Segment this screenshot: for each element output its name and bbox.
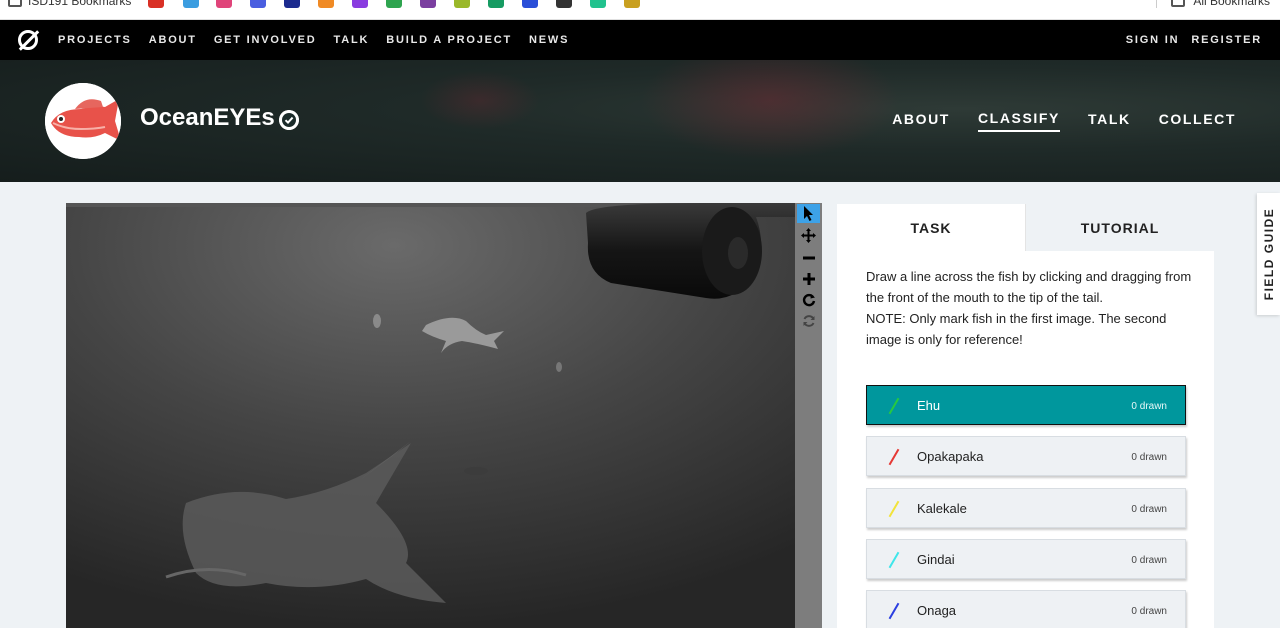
project-header: OceanEYEs ABOUT CLASSIFY TALK COLLECT xyxy=(0,60,1280,182)
bookmarks-bar: ISD191 Bookmarks All Bookmarks xyxy=(0,0,1280,20)
red-fish-icon xyxy=(45,83,121,159)
bookmarks-folder[interactable]: ISD191 Bookmarks xyxy=(8,0,131,8)
image-toolbar xyxy=(795,203,822,628)
tab-tutorial[interactable]: TUTORIAL xyxy=(1025,204,1214,251)
pan-icon[interactable] xyxy=(797,226,820,245)
tool-count: 0 drawn xyxy=(1131,555,1167,566)
tool-count: 0 drawn xyxy=(1131,606,1167,617)
pointer-icon[interactable] xyxy=(797,204,820,223)
bookmark-lime-icon[interactable] xyxy=(454,0,470,8)
nav-build-a-project[interactable]: BUILD A PROJECT xyxy=(386,34,512,46)
subject-image[interactable] xyxy=(66,203,795,628)
tool-ehu[interactable]: Ehu 0 drawn xyxy=(866,385,1186,425)
bookmark-k-icon[interactable] xyxy=(352,0,368,8)
bookmark-orange-icon[interactable] xyxy=(318,0,334,8)
line-tool-icon xyxy=(888,397,900,415)
bookmark-mint-icon[interactable] xyxy=(590,0,606,8)
bookmark-purple-icon[interactable] xyxy=(420,0,436,8)
tab-task[interactable]: TASK xyxy=(837,204,1025,251)
project-nav-collect[interactable]: COLLECT xyxy=(1159,111,1236,131)
tool-label: Ehu xyxy=(917,398,941,413)
project-title[interactable]: OceanEYEs xyxy=(140,104,275,132)
tool-kalekale[interactable]: Kalekale 0 drawn xyxy=(866,488,1186,528)
nav-news[interactable]: NEWS xyxy=(529,34,569,46)
nav-talk[interactable]: TALK xyxy=(334,34,370,46)
bookmarks-separator xyxy=(1156,0,1158,8)
all-bookmarks-label: All Bookmarks xyxy=(1193,0,1270,8)
bookmarks-folder-label: ISD191 Bookmarks xyxy=(28,0,132,8)
line-tool-icon xyxy=(888,448,900,466)
nav-projects[interactable]: PROJECTS xyxy=(58,34,132,46)
bookmark-cl-icon[interactable] xyxy=(556,0,572,8)
folder-icon xyxy=(1171,0,1186,7)
field-guide-label: FIELD GUIDE xyxy=(1261,207,1276,301)
tool-label: Gindai xyxy=(917,552,955,567)
site-nav: PROJECTS ABOUT GET INVOLVED TALK BUILD A… xyxy=(0,20,1280,60)
project-avatar[interactable] xyxy=(45,83,121,159)
instruction-note: NOTE: Only mark fish in the first image.… xyxy=(866,311,1167,347)
instruction-text: Draw a line across the fish by clicking … xyxy=(866,269,1192,305)
header-background-fish xyxy=(640,60,900,160)
bookmark-red-icon[interactable] xyxy=(148,0,164,8)
project-nav: ABOUT CLASSIFY TALK COLLECT xyxy=(892,60,1236,182)
tool-label: Opakapaka xyxy=(917,449,984,464)
verified-badge-icon xyxy=(279,110,299,130)
line-tool-icon xyxy=(888,551,900,569)
zoom-out-icon[interactable] xyxy=(797,248,820,267)
project-nav-classify[interactable]: CLASSIFY xyxy=(977,110,1060,132)
line-tool-icon xyxy=(888,500,900,518)
bookmark-kh-icon[interactable] xyxy=(284,0,300,8)
nav-about[interactable]: ABOUT xyxy=(149,34,197,46)
auth-links: SIGN IN REGISTER xyxy=(1126,20,1262,60)
tool-count: 0 drawn xyxy=(1131,401,1167,412)
tool-label: Onaga xyxy=(917,603,957,618)
bookmark-teal-icon[interactable] xyxy=(488,0,504,8)
project-nav-talk[interactable]: TALK xyxy=(1088,111,1131,131)
bookmark-paypal-icon[interactable] xyxy=(183,0,199,8)
sign-in-link[interactable]: SIGN IN xyxy=(1126,34,1180,46)
site-nav-links: PROJECTS ABOUT GET INVOLVED TALK BUILD A… xyxy=(58,20,586,60)
bookmark-green-icon[interactable] xyxy=(386,0,402,8)
reset-icon[interactable] xyxy=(797,311,820,330)
zoom-in-icon[interactable] xyxy=(797,269,820,288)
field-guide-tab[interactable]: FIELD GUIDE xyxy=(1257,193,1280,315)
underwater-camera-image xyxy=(66,203,795,628)
tool-gindai[interactable]: Gindai 0 drawn xyxy=(866,539,1186,579)
task-tabs: TASK TUTORIAL xyxy=(837,204,1214,251)
register-link[interactable]: REGISTER xyxy=(1191,34,1262,46)
bookmark-blue-icon[interactable] xyxy=(522,0,538,8)
tool-count: 0 drawn xyxy=(1131,504,1167,515)
line-tool-icon xyxy=(888,602,900,620)
tool-label: Kalekale xyxy=(917,501,967,516)
task-instructions: Draw a line across the fish by clicking … xyxy=(866,266,1196,350)
tool-onaga[interactable]: Onaga 0 drawn xyxy=(866,590,1186,628)
bookmark-c-icon[interactable] xyxy=(250,0,266,8)
zooniverse-logo-icon[interactable] xyxy=(18,30,38,50)
header-background-fish-2 xyxy=(420,70,540,130)
bookmark-pinwheel-icon[interactable] xyxy=(216,0,232,8)
nav-get-involved[interactable]: GET INVOLVED xyxy=(214,34,317,46)
bookmark-globe-icon[interactable] xyxy=(624,0,640,8)
task-panel: TASK TUTORIAL Draw a line across the fis… xyxy=(837,204,1214,628)
project-nav-about[interactable]: ABOUT xyxy=(892,111,950,131)
tool-count: 0 drawn xyxy=(1131,452,1167,463)
tool-opakapaka[interactable]: Opakapaka 0 drawn xyxy=(866,436,1186,476)
all-bookmarks[interactable]: All Bookmarks xyxy=(1156,0,1270,8)
folder-icon xyxy=(8,0,22,7)
rotate-icon[interactable] xyxy=(797,290,820,309)
